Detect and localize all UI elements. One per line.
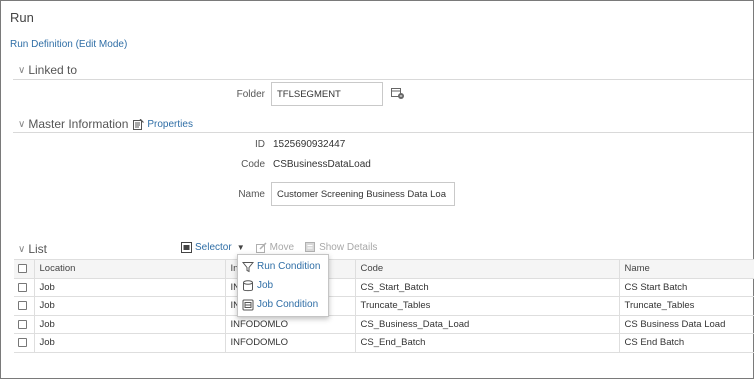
cell-code: Truncate_Tables — [355, 296, 620, 316]
section-list-label: List — [28, 242, 48, 256]
cell-code: CS_Business_Data_Load — [355, 315, 620, 334]
folder-browse-icon[interactable] — [391, 88, 405, 100]
job-condition-icon — [242, 299, 254, 310]
move-button[interactable]: Move — [255, 242, 295, 253]
selector-icon — [181, 242, 192, 253]
row-select-cell — [14, 333, 35, 353]
menu-item-job-condition[interactable]: Job Condition — [238, 295, 328, 314]
cell-name: CS End Batch — [619, 333, 754, 353]
cell-name: CS Business Data Load — [619, 315, 754, 334]
table-row[interactable]: Job INFODOMLO CS_End_Batch CS End Batch — [14, 333, 754, 353]
code-value: CSBusinessDataLoad — [273, 159, 371, 170]
edit-icon — [255, 242, 267, 253]
cell-location: Job — [34, 315, 226, 334]
id-label: ID — [255, 139, 265, 150]
select-all-cell — [14, 259, 35, 279]
menu-item-job[interactable]: Job — [238, 276, 328, 295]
cell-info: INFODOMLO — [225, 333, 356, 353]
selector-dropdown-menu: Run Condition Job Job Condition — [237, 254, 329, 317]
list-toolbar: Selector ▼ Move Show Details — [181, 242, 388, 253]
name-field[interactable]: Customer Screening Business Data Loa — [271, 182, 455, 206]
column-header-name[interactable]: Name — [619, 259, 754, 279]
table-row[interactable]: Job INFODOMLO CS_Business_Data_Load CS B… — [14, 315, 754, 334]
cell-location: Job — [34, 333, 226, 353]
row-select-cell — [14, 315, 35, 334]
row-select-cell — [14, 296, 35, 316]
menu-item-label: Job Condition — [257, 299, 319, 310]
show-details-button[interactable]: Show Details — [305, 242, 377, 253]
id-value: 1525690932447 — [273, 139, 346, 150]
details-icon — [305, 242, 316, 252]
table-row[interactable]: Job INFODOMLO CS_Start_Batch CS Start Ba… — [14, 278, 754, 297]
caret-down-icon: ▼ — [236, 243, 245, 252]
section-master-information-label: Master Information — [28, 117, 129, 131]
cell-name: Truncate_Tables — [619, 296, 754, 316]
row-checkbox[interactable] — [18, 301, 27, 311]
chevron-down-icon: ∨ — [18, 243, 26, 255]
section-divider — [13, 132, 753, 133]
section-master-information[interactable]: ∨ Master Information Properties — [18, 117, 193, 131]
properties-link-label: Properties — [147, 118, 193, 130]
column-header-location[interactable]: Location — [34, 259, 226, 279]
chevron-down-icon: ∨ — [18, 118, 26, 130]
row-select-cell — [14, 278, 35, 297]
section-linked-to[interactable]: ∨ Linked to — [18, 63, 77, 77]
selector-button[interactable]: Selector ▼ — [181, 242, 245, 253]
row-checkbox[interactable] — [18, 282, 27, 292]
section-list[interactable]: ∨ List — [18, 242, 47, 256]
page-title: Run — [10, 10, 34, 25]
menu-item-run-condition[interactable]: Run Condition — [238, 257, 328, 276]
cell-code: CS_End_Batch — [355, 333, 620, 353]
menu-item-label: Job — [257, 280, 274, 291]
properties-link[interactable]: Properties — [133, 118, 193, 130]
cell-location: Job — [34, 278, 226, 297]
table-header-row: Location Info Code Name — [14, 259, 754, 279]
chevron-down-icon: ∨ — [18, 64, 26, 76]
list-table: Location Info Code Name Job INFODOMLO CS… — [14, 259, 754, 353]
page-subtitle: Run Definition (Edit Mode) — [10, 39, 128, 50]
row-checkbox[interactable] — [18, 338, 27, 348]
column-header-code[interactable]: Code — [355, 259, 620, 279]
row-checkbox[interactable] — [18, 319, 27, 329]
select-all-checkbox[interactable] — [18, 264, 27, 274]
cell-name: CS Start Batch — [619, 278, 754, 297]
properties-icon — [133, 118, 145, 130]
selector-label: Selector — [195, 242, 232, 253]
cell-info: INFODOMLO — [225, 315, 356, 334]
folder-label: Folder — [236, 89, 265, 100]
folder-field[interactable]: TFLSEGMENT — [271, 82, 383, 106]
cell-location: Job — [34, 296, 226, 316]
section-linked-to-label: Linked to — [28, 63, 78, 77]
show-details-label: Show Details — [319, 242, 378, 253]
section-divider — [13, 79, 753, 80]
filter-icon — [242, 261, 254, 272]
table-row[interactable]: Job INFODOMLO Truncate_Tables Truncate_T… — [14, 296, 754, 316]
move-label: Move — [269, 242, 295, 253]
database-icon — [243, 279, 253, 291]
menu-item-label: Run Condition — [257, 261, 321, 272]
run-window: Run Run Definition (Edit Mode) ∨ Linked … — [0, 0, 754, 379]
name-label: Name — [238, 189, 265, 200]
cell-code: CS_Start_Batch — [355, 278, 620, 297]
code-label: Code — [241, 159, 265, 170]
